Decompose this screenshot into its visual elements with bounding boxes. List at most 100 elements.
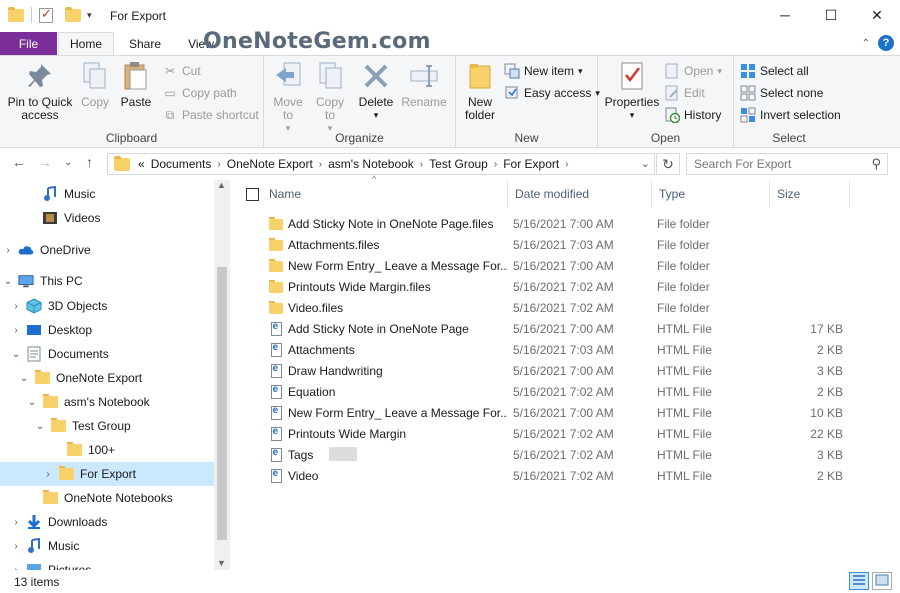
delete-button[interactable]: Delete ▾ <box>358 60 394 122</box>
select-all-button[interactable]: Select all <box>740 63 809 79</box>
paste-button[interactable]: Paste <box>116 60 156 109</box>
collapse-chevron-icon[interactable]: ⌄ <box>18 373 30 384</box>
file-row[interactable]: Video.files 5/16/2021 7:02 AM File folder <box>268 297 880 318</box>
breadcrumb-chevron-icon[interactable]: › <box>319 159 322 170</box>
select-all-checkbox[interactable] <box>246 188 259 201</box>
maximize-button[interactable]: ☐ <box>808 0 854 30</box>
expand-chevron-icon[interactable]: › <box>2 245 14 256</box>
help-icon[interactable]: ? <box>878 35 894 51</box>
nav-item-3d-objects[interactable]: › 3D Objects <box>0 294 214 318</box>
column-header-size[interactable]: Size <box>770 180 850 208</box>
breadcrumb-documents[interactable]: Documents <box>151 157 212 171</box>
tab-home[interactable]: Home <box>58 32 114 55</box>
minimize-button[interactable]: ─ <box>762 0 808 30</box>
address-overflow[interactable]: « <box>138 157 145 171</box>
new-folder-quick-icon[interactable] <box>65 6 81 22</box>
rename-button[interactable]: Rename <box>400 60 448 109</box>
history-button[interactable]: History <box>664 107 721 123</box>
refresh-button[interactable]: ↻ <box>656 153 680 175</box>
collapse-chevron-icon[interactable]: ⌄ <box>2 276 14 287</box>
collapse-chevron-icon[interactable]: ⌄ <box>10 349 22 360</box>
scroll-down-icon[interactable]: ▼ <box>217 558 226 568</box>
file-row[interactable]: Video 5/16/2021 7:02 AM HTML File 2 KB <box>268 465 880 486</box>
tab-share[interactable]: Share <box>118 32 172 55</box>
breadcrumb-onenote-export[interactable]: OneNote Export <box>227 157 313 171</box>
expand-chevron-icon[interactable]: › <box>42 469 54 480</box>
properties-quick-icon[interactable] <box>39 6 53 23</box>
new-folder-button[interactable]: New folder <box>460 60 500 122</box>
cut-button[interactable]: ✂ Cut <box>162 63 201 79</box>
expand-chevron-icon[interactable]: › <box>10 541 22 552</box>
expand-chevron-icon[interactable]: › <box>10 325 22 336</box>
breadcrumb-notebook[interactable]: asm's Notebook <box>328 157 414 171</box>
tab-file[interactable]: File <box>0 32 57 55</box>
nav-item-for-export[interactable]: › For Export <box>0 462 214 486</box>
collapse-chevron-icon[interactable]: ⌄ <box>34 421 46 432</box>
forward-arrow-icon[interactable]: → <box>38 154 52 170</box>
nav-item-music[interactable]: › Music <box>0 534 214 558</box>
breadcrumb-chevron-icon[interactable]: › <box>420 159 423 170</box>
address-bar[interactable]: « Documents › OneNote Export › asm's Not… <box>107 153 655 175</box>
nav-item-downloads[interactable]: › Downloads <box>0 510 214 534</box>
nav-item-onenote-export[interactable]: ⌄ OneNote Export <box>0 366 214 390</box>
nav-item-documents[interactable]: ⌄ Documents <box>0 342 214 366</box>
column-header-date[interactable]: Date modified <box>508 180 652 208</box>
file-row[interactable]: Tags 5/16/2021 7:02 AM HTML File 3 KB <box>268 444 880 465</box>
nav-item-onenote-notebooks[interactable]: OneNote Notebooks <box>0 486 214 510</box>
scroll-thumb[interactable] <box>217 267 227 540</box>
nav-item-onedrive[interactable]: › OneDrive <box>0 238 214 262</box>
large-icons-view-button[interactable] <box>872 572 892 590</box>
file-row[interactable]: Draw Handwriting 5/16/2021 7:00 AM HTML Fi… <box>268 360 880 381</box>
details-view-button[interactable] <box>849 572 869 590</box>
nav-item-pictures[interactable]: › Pictures <box>0 558 214 570</box>
nav-item-this-pc[interactable]: ⌄ This PC <box>0 269 214 293</box>
copy-to-button[interactable]: Copy to ▾ <box>312 60 348 135</box>
customize-qat-icon[interactable]: ▾ <box>87 10 92 21</box>
nav-item-videos[interactable]: Videos <box>0 206 214 230</box>
file-row[interactable]: Attachments.files 5/16/2021 7:03 AM File f… <box>268 234 880 255</box>
file-row[interactable]: Printouts Wide Margin 5/16/2021 7:02 AM HT… <box>268 423 880 444</box>
recent-locations-chevron-icon[interactable]: ⌄ <box>64 157 72 168</box>
breadcrumb-chevron-icon[interactable]: › <box>565 159 568 170</box>
breadcrumb-test-group[interactable]: Test Group <box>429 157 488 171</box>
copy-path-button[interactable]: ▭ Copy path <box>162 85 236 101</box>
address-dropdown-icon[interactable]: ⌄ <box>641 157 650 170</box>
file-row[interactable]: Attachments 5/16/2021 7:03 AM HTML File 2 K… <box>268 339 880 360</box>
nav-item-test-group[interactable]: ⌄ Test Group <box>0 414 214 438</box>
file-row[interactable]: New Form Entry_ Leave a Message For... 5/… <box>268 255 880 276</box>
up-arrow-icon[interactable]: ↑ <box>86 154 93 170</box>
open-button[interactable]: Open ▾ <box>664 63 722 79</box>
collapse-ribbon-icon[interactable]: ⌃ <box>862 38 870 49</box>
breadcrumb-chevron-icon[interactable]: › <box>217 159 220 170</box>
file-row[interactable]: Printouts Wide Margin.files 5/16/2021 7:0… <box>268 276 880 297</box>
properties-button[interactable]: Properties ▾ <box>604 60 660 122</box>
expand-chevron-icon[interactable]: › <box>10 517 22 528</box>
breadcrumb-chevron-icon[interactable]: › <box>494 159 497 170</box>
nav-item-100[interactable]: 100+ <box>0 438 214 462</box>
nav-item-desktop[interactable]: › Desktop <box>0 318 214 342</box>
back-arrow-icon[interactable]: ← <box>12 154 26 170</box>
paste-shortcut-button[interactable]: ⧉ Paste shortcut <box>162 107 259 123</box>
collapse-chevron-icon[interactable]: ⌄ <box>26 397 38 408</box>
pin-quick-access-button[interactable]: Pin to Quick access <box>4 60 76 122</box>
search-input[interactable]: Search For Export <box>694 157 791 171</box>
expand-chevron-icon[interactable]: › <box>10 301 22 312</box>
column-header-type[interactable]: Type <box>652 180 770 208</box>
column-header-name[interactable]: Name <box>262 180 508 208</box>
easy-access-button[interactable]: Easy access ▾ <box>504 85 600 101</box>
invert-selection-button[interactable]: Invert selection <box>740 107 841 123</box>
file-row[interactable]: Add Sticky Note in OneNote Page.files 5/1… <box>268 213 880 234</box>
file-row[interactable]: New Form Entry_ Leave a Message For... 5/… <box>268 402 880 423</box>
file-row[interactable]: Add Sticky Note in OneNote Page 5/16/2021… <box>268 318 880 339</box>
nav-item-music[interactable]: Music <box>0 182 214 206</box>
new-item-button[interactable]: New item ▾ <box>504 63 583 79</box>
nav-scrollbar[interactable]: ▲ ▼ <box>214 180 230 570</box>
edit-button[interactable]: Edit <box>664 85 705 101</box>
select-none-button[interactable]: Select none <box>740 85 823 101</box>
scroll-up-icon[interactable]: ▲ <box>217 180 226 190</box>
file-row[interactable]: Equation 5/16/2021 7:02 AM HTML File 2 KB <box>268 381 880 402</box>
move-to-button[interactable]: Move to ▾ <box>270 60 306 135</box>
copy-button[interactable]: Copy <box>78 60 112 109</box>
close-button[interactable]: ✕ <box>854 0 900 30</box>
nav-item-asm-s-notebook[interactable]: ⌄ asm's Notebook <box>0 390 214 414</box>
